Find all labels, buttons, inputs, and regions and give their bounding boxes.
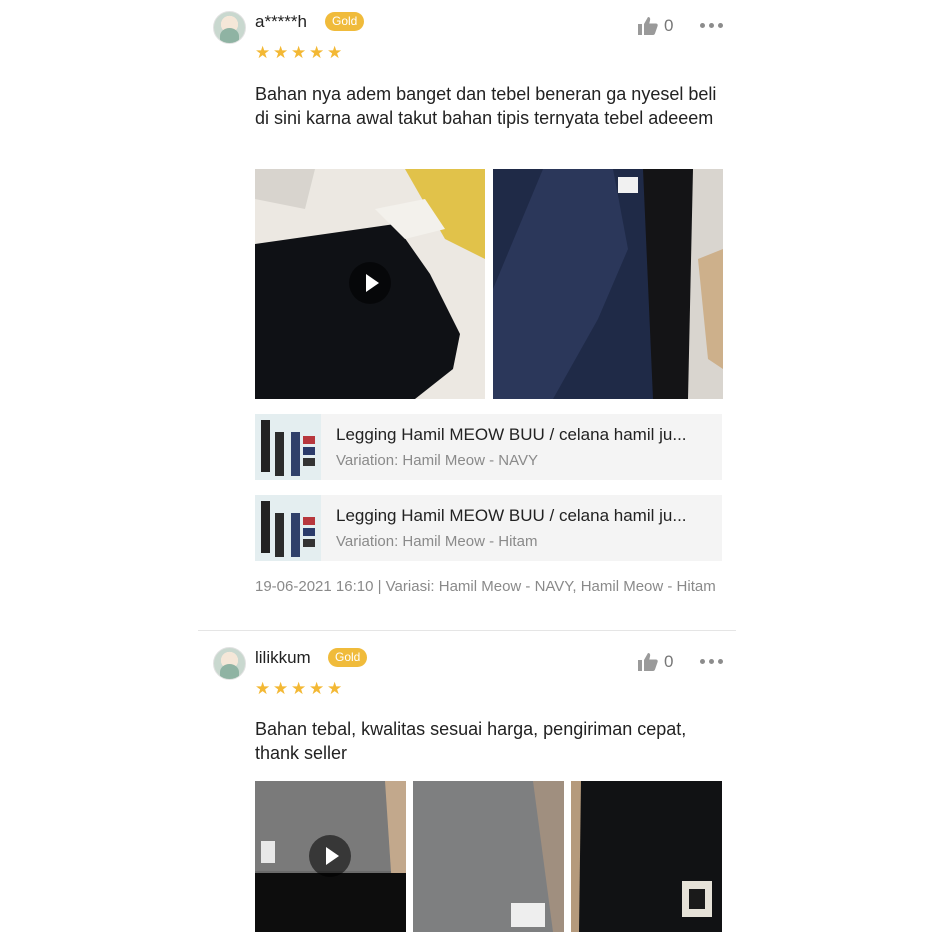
- gold-badge: Gold: [325, 12, 365, 31]
- more-dots-icon: [700, 23, 705, 28]
- star-icon: ★: [273, 43, 289, 62]
- star-icon: ★: [309, 679, 325, 698]
- like-count: 0: [664, 652, 674, 671]
- avatar[interactable]: [213, 11, 246, 44]
- review-photo[interactable]: [493, 169, 723, 399]
- more-dots-icon: [700, 659, 705, 664]
- play-icon[interactable]: [349, 262, 391, 304]
- review-text: Bahan tebal, kwalitas sesuai harga, peng…: [255, 719, 687, 763]
- photo-image: [571, 781, 722, 932]
- review-feed: a*****h Gold 0 ★ ★ ★ ★ ★ Bahan nya adem …: [198, 0, 736, 932]
- avatar[interactable]: [213, 647, 246, 680]
- star-icon: ★: [327, 43, 343, 62]
- more-dots-icon: [709, 659, 714, 664]
- more-dots-icon: [718, 659, 723, 664]
- like-button[interactable]: 0: [638, 652, 673, 672]
- like-count: 0: [664, 16, 674, 35]
- photo-image: [413, 781, 564, 932]
- product-name: Legging Hamil MEOW BUU / celana hamil ju…: [336, 425, 687, 444]
- review-photo[interactable]: [571, 781, 722, 932]
- star-rating: ★ ★ ★ ★ ★: [255, 43, 343, 62]
- product-name: Legging Hamil MEOW BUU / celana hamil ju…: [336, 506, 687, 525]
- star-icon: ★: [291, 43, 307, 62]
- product-variation: Variation: Hamil Meow - NAVY: [336, 452, 539, 469]
- thumbs-up-icon: [638, 17, 658, 35]
- more-dots-icon: [709, 23, 714, 28]
- play-icon[interactable]: [309, 835, 351, 877]
- product-thumbnail: [255, 414, 321, 480]
- star-rating: ★ ★ ★ ★ ★: [255, 679, 343, 698]
- photo-image: [493, 169, 723, 399]
- reviewer-name: lilikkum: [255, 648, 311, 667]
- product-variation: Variation: Hamil Meow - Hitam: [336, 533, 538, 550]
- review-meta: 19-06-2021 16:10 | Variasi: Hamil Meow -…: [255, 578, 716, 595]
- more-dots-icon: [718, 23, 723, 28]
- reviewer-name: a*****h: [255, 12, 307, 31]
- review-photo[interactable]: [413, 781, 564, 932]
- product-thumbnail: [255, 495, 321, 561]
- star-icon: ★: [255, 679, 271, 698]
- review-item: a*****h Gold 0 ★ ★ ★ ★ ★ Bahan nya adem …: [198, 0, 736, 632]
- review-video[interactable]: [255, 781, 406, 932]
- thumbs-up-icon: [638, 653, 658, 671]
- review-text: Bahan nya adem banget dan tebel beneran …: [255, 84, 717, 128]
- like-button[interactable]: 0: [638, 16, 673, 36]
- review-item: lilikkum Gold 0 ★ ★ ★ ★ ★ Bahan tebal, k…: [198, 636, 736, 934]
- star-icon: ★: [309, 43, 325, 62]
- review-video[interactable]: [255, 169, 485, 399]
- more-options-button[interactable]: [700, 23, 723, 28]
- star-icon: ★: [291, 679, 307, 698]
- star-icon: ★: [255, 43, 271, 62]
- star-icon: ★: [273, 679, 289, 698]
- purchased-product-card[interactable]: Legging Hamil MEOW BUU / celana hamil ju…: [255, 495, 722, 561]
- purchased-product-card[interactable]: Legging Hamil MEOW BUU / celana hamil ju…: [255, 414, 722, 480]
- star-icon: ★: [327, 679, 343, 698]
- gold-badge: Gold: [328, 648, 368, 667]
- more-options-button[interactable]: [700, 659, 723, 664]
- divider: [198, 630, 736, 631]
